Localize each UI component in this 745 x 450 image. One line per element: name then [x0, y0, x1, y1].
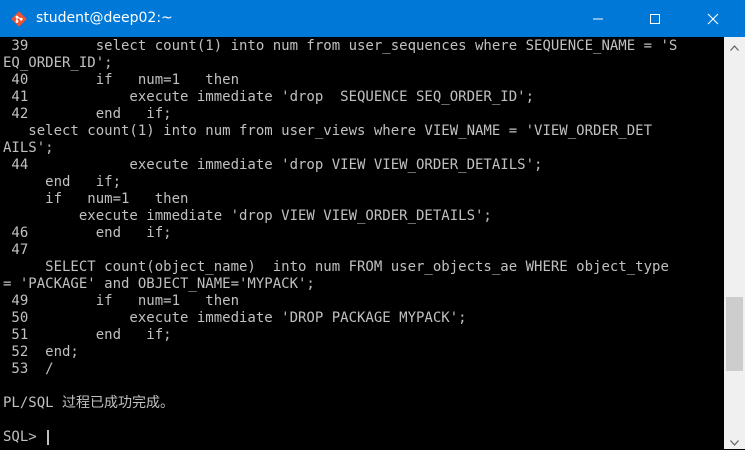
- title-bar[interactable]: student@deep02:~: [0, 0, 745, 37]
- git-bash-icon: [10, 10, 28, 28]
- terminal-line: 44 execute immediate 'drop VIEW VIEW_ORD…: [3, 157, 543, 173]
- terminal-line: select count(1) into num from user_views…: [3, 123, 653, 139]
- close-button[interactable]: [690, 0, 736, 37]
- terminal-line: 53 /: [3, 361, 54, 377]
- chevron-down-icon: [730, 431, 739, 450]
- terminal-line: PL/SQL 过程已成功完成。: [3, 395, 175, 411]
- terminal-line: 50 execute immediate 'DROP PACKAGE MYPAC…: [3, 310, 467, 326]
- terminal-line: end if;: [3, 174, 122, 190]
- terminal-line: if num=1 then: [3, 191, 189, 207]
- terminal-line: 47: [3, 242, 29, 258]
- terminal-output[interactable]: 39 select count(1) into num from user_se…: [0, 37, 724, 449]
- terminal-line: EQ_ORDER_ID';: [3, 55, 113, 71]
- terminal-window: student@deep02:~ 39 select count(1) into…: [0, 0, 745, 449]
- terminal-lines: 39 select count(1) into num from user_se…: [3, 38, 677, 446]
- terminal-line: 51 end if;: [3, 327, 172, 343]
- scroll-up-button[interactable]: [724, 37, 745, 54]
- chevron-up-icon: [730, 36, 739, 55]
- terminal-line: AILS';: [3, 140, 54, 156]
- terminal-line: 49 if num=1 then: [3, 293, 240, 309]
- terminal-line: SELECT count(object_name) into num FROM …: [3, 259, 669, 275]
- terminal-line: 46 end if;: [3, 225, 172, 241]
- minimize-icon: [592, 13, 604, 25]
- terminal-line: 39 select count(1) into num from user_se…: [3, 38, 678, 54]
- sql-prompt-line[interactable]: SQL>: [3, 429, 677, 446]
- terminal-line: 52 end;: [3, 344, 79, 360]
- scrollbar-thumb[interactable]: [726, 297, 743, 371]
- terminal-line: = 'PACKAGE' and OBJECT_NAME='MYPACK';: [3, 276, 315, 292]
- terminal-line: 40 if num=1 then: [3, 72, 240, 88]
- terminal-line: 42 end if;: [3, 106, 172, 122]
- text-cursor: [47, 430, 50, 445]
- maximize-button[interactable]: [632, 0, 678, 37]
- terminal-line: execute immediate 'drop VIEW VIEW_ORDER_…: [3, 208, 492, 224]
- window-title: student@deep02:~: [36, 10, 173, 26]
- minimize-button[interactable]: [575, 0, 621, 37]
- maximize-icon: [649, 13, 661, 25]
- terminal-line: 41 execute immediate 'drop SEQUENCE SEQ_…: [3, 89, 535, 105]
- vertical-scrollbar[interactable]: [724, 37, 745, 449]
- scroll-down-button[interactable]: [724, 432, 745, 449]
- close-icon: [707, 13, 719, 25]
- sql-prompt: SQL>: [3, 429, 46, 445]
